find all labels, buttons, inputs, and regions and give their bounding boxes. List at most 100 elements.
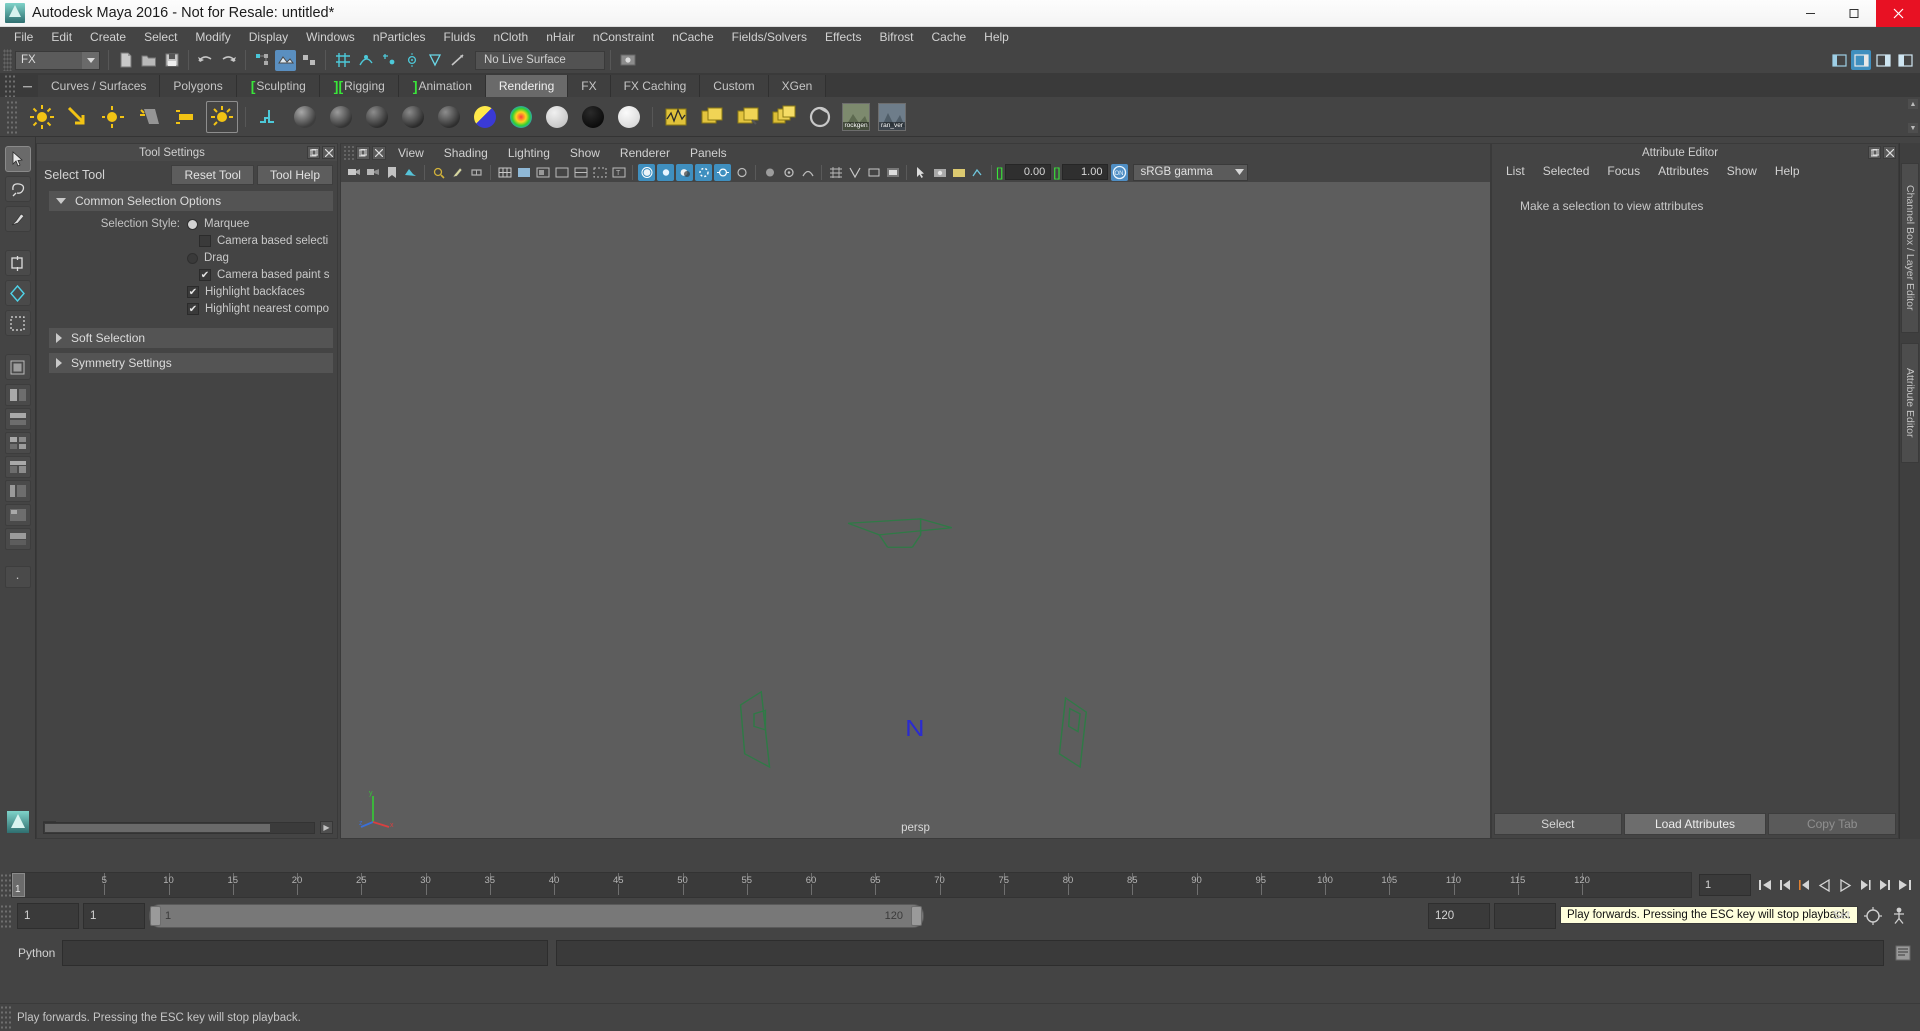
viewport-menu-show[interactable]: Show — [560, 146, 610, 160]
color-profile-dropdown[interactable]: sRGB gamma — [1133, 163, 1249, 181]
save-scene-icon[interactable] — [161, 50, 182, 71]
ae-menu-attributes[interactable]: Attributes — [1649, 164, 1718, 178]
shelf-scroll-down[interactable]: ▼ — [1908, 123, 1918, 133]
go-to-start-button[interactable] — [1755, 874, 1774, 896]
viewport-menu-shading[interactable]: Shading — [434, 146, 498, 160]
motion-blur-icon[interactable] — [714, 163, 731, 181]
area-light-icon[interactable] — [170, 101, 202, 133]
saved-layouts-button[interactable]: · — [4, 566, 31, 588]
smooth-shade-all-icon[interactable] — [515, 164, 532, 181]
screen-space-ao-icon[interactable] — [695, 163, 712, 181]
animation-preferences-icon[interactable] — [1860, 903, 1886, 929]
section-soft-selection[interactable]: Soft Selection — [49, 328, 333, 348]
surface-shader-icon[interactable] — [541, 101, 573, 133]
viewport-menu-view[interactable]: View — [388, 146, 434, 160]
play-backwards-button[interactable] — [1815, 874, 1834, 896]
spot-light-icon[interactable] — [134, 101, 166, 133]
viewport-3d-canvas[interactable]: N y z x persp — [341, 182, 1490, 838]
xray-joints-icon[interactable]: T — [610, 164, 627, 181]
menuset-dropdown[interactable]: FX — [15, 50, 100, 70]
animation-end-time-field[interactable] — [1494, 903, 1556, 929]
playback-end-time-field[interactable]: 120 — [1428, 903, 1490, 929]
paint-selection-tool-button[interactable] — [4, 206, 31, 232]
character-sets-icon[interactable] — [1886, 903, 1912, 929]
show-hide-sidebar-icon[interactable] — [1829, 50, 1849, 70]
step-back-key-button[interactable] — [1775, 874, 1794, 896]
stereo-icon[interactable] — [468, 164, 485, 181]
shelf-scroll-up[interactable]: ▲ — [1908, 99, 1918, 109]
undo-icon[interactable] — [195, 50, 216, 71]
color-management-toggle-icon[interactable]: ON — [1111, 163, 1129, 181]
film-gate-icon[interactable] — [846, 164, 863, 181]
xray-components-icon[interactable] — [780, 164, 797, 181]
hypershade-icon[interactable] — [660, 101, 692, 133]
gamma-field[interactable]: 1.00 — [1062, 164, 1109, 180]
resolution-gate-icon[interactable] — [865, 164, 882, 181]
menu-modify[interactable]: Modify — [186, 28, 239, 46]
bookmarks-icon[interactable] — [383, 164, 400, 181]
grease-pencil-icon[interactable] — [449, 164, 466, 181]
checkbox-highlight-nearest-component[interactable]: ✔ — [187, 303, 199, 315]
viewport-menu-panels[interactable]: Panels — [680, 146, 737, 160]
layout-four-pane-button[interactable] — [4, 432, 31, 454]
drag-dots[interactable] — [210, 152, 302, 153]
menu-fields-solvers[interactable]: Fields/Solvers — [723, 28, 816, 46]
shelf-scroll-arrows[interactable]: ▲ ▼ — [1908, 99, 1918, 133]
vertical-tab-channel-box[interactable]: Channel Box / Layer Editor — [1901, 163, 1919, 333]
toggle-channel-box-icon[interactable] — [1873, 50, 1893, 70]
exposure-field[interactable]: 0.00 — [1005, 164, 1052, 180]
step-back-frame-button[interactable] — [1795, 874, 1814, 896]
go-to-end-button[interactable] — [1895, 874, 1914, 896]
viewport-grip[interactable] — [343, 145, 354, 161]
command-input-field[interactable] — [62, 939, 548, 966]
directional-light-icon[interactable] — [62, 101, 94, 133]
render-view-icon[interactable] — [696, 101, 728, 133]
selection-style-drag-row[interactable]: Drag — [37, 250, 337, 266]
blinn-material-icon[interactable] — [325, 101, 357, 133]
menu-file[interactable]: File — [5, 28, 42, 46]
tool-help-button[interactable]: Tool Help — [256, 165, 333, 185]
ae-menu-list[interactable]: List — [1497, 164, 1534, 178]
ambient-light-icon[interactable] — [26, 101, 58, 133]
scrollbar-thumb[interactable] — [45, 824, 270, 832]
range-handle-left[interactable] — [150, 906, 161, 926]
layout-hypershade-persp-button[interactable] — [4, 504, 31, 526]
snap-curve-icon[interactable] — [355, 50, 376, 71]
scale-tool-button[interactable] — [4, 310, 31, 336]
menu-create[interactable]: Create — [81, 28, 135, 46]
shadows-icon[interactable] — [676, 163, 693, 181]
shelf-tab-curves-surfaces[interactable]: Curves / Surfaces — [38, 75, 161, 97]
create-uv-snapshot-icon[interactable] — [253, 101, 285, 133]
toggle-attribute-editor-icon[interactable] — [1851, 50, 1871, 70]
layout-single-pane-button[interactable] — [4, 384, 31, 406]
rotate-tool-button[interactable] — [4, 280, 31, 306]
lambert-material-icon[interactable] — [289, 101, 321, 133]
viewport-menu-lighting[interactable]: Lighting — [498, 146, 560, 160]
drag-dots[interactable] — [1498, 152, 1636, 153]
set-range-button[interactable]: Set — [1833, 910, 1850, 922]
ae-load-attributes-button[interactable]: Load Attributes — [1623, 813, 1767, 835]
flat-shade-icon[interactable] — [553, 164, 570, 181]
render-current-frame-icon[interactable] — [617, 50, 638, 71]
select-by-hierarchy-icon[interactable] — [252, 50, 273, 71]
play-forwards-button[interactable] — [1835, 874, 1854, 896]
time-slider-track[interactable]: 1 5 10 15 20 25 30 35 40 45 50 55 60 65 70 75 80 85 90 95 1… — [11, 872, 1692, 898]
xray-icon[interactable] — [591, 164, 608, 181]
shelf-tab-rendering[interactable]: Rendering — [485, 75, 569, 97]
drag-dots[interactable] — [1724, 152, 1863, 153]
viewport-close-icon[interactable] — [372, 146, 386, 160]
select-tool-button[interactable] — [4, 146, 31, 172]
lasso-tool-button[interactable] — [4, 176, 31, 202]
select-by-component-type-icon[interactable] — [298, 50, 319, 71]
rockgen-tool-icon[interactable]: rockgen — [840, 101, 872, 133]
animation-start-time-field[interactable]: 1 — [17, 903, 79, 929]
ipr-render-icon[interactable] — [804, 101, 836, 133]
layout-persp-graph-button[interactable] — [4, 528, 31, 550]
checkbox-camera-based-paint-selection[interactable]: ✔ — [199, 269, 211, 281]
select-mode-icon[interactable] — [912, 164, 929, 181]
menu-select[interactable]: Select — [135, 28, 186, 46]
radio-drag[interactable] — [187, 252, 198, 264]
wireframe-on-shaded-icon[interactable] — [572, 164, 589, 181]
menu-ncloth[interactable]: nCloth — [485, 28, 538, 46]
close-button[interactable] — [1876, 0, 1920, 27]
